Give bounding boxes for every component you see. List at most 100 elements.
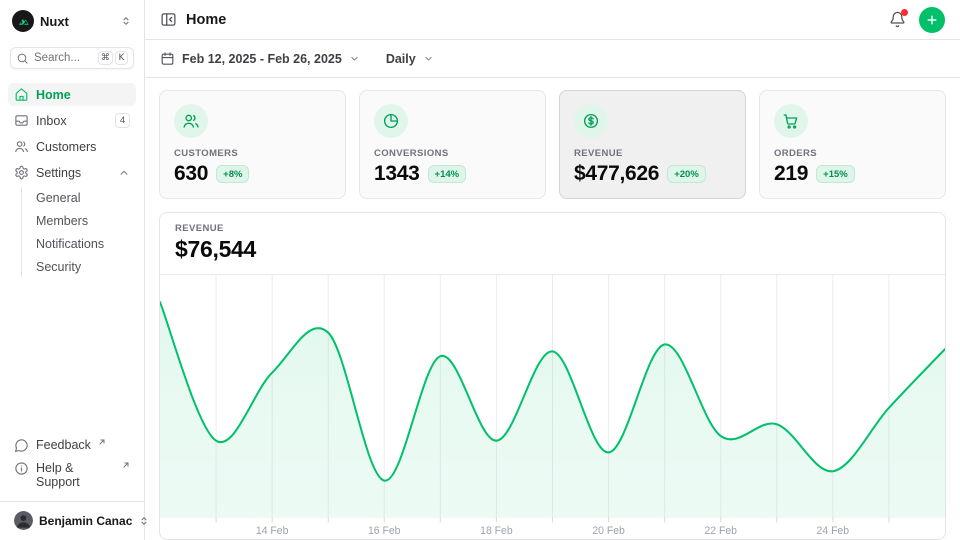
x-axis-label: 20 Feb — [592, 525, 625, 537]
chevron-up-icon — [118, 167, 130, 179]
calendar-icon — [160, 51, 175, 66]
x-axis-label: 14 Feb — [256, 525, 289, 537]
stat-card-customers[interactable]: CUSTOMERS 630 +8% — [159, 90, 346, 199]
stat-value-row: 1343 +14% — [374, 162, 531, 186]
chevron-down-icon — [349, 53, 360, 64]
sidebar-item-home[interactable]: Home — [8, 83, 136, 106]
x-axis-label: 16 Feb — [368, 525, 401, 537]
external-link-icon — [122, 461, 130, 469]
sidebar-item-label: Settings — [36, 166, 111, 180]
sidebar-footer-links: Feedback Help & Support — [8, 434, 136, 493]
x-axis-label: 24 Feb — [817, 525, 850, 537]
period-label: Daily — [386, 52, 416, 66]
home-icon — [14, 87, 29, 102]
sidebar-item-security[interactable]: Security — [32, 256, 136, 277]
revenue-chart-card: REVENUE $76,544 14 Feb16 Feb18 Feb20 Feb… — [159, 212, 946, 540]
stat-icon-circle — [774, 104, 808, 138]
chat-bubble-icon — [14, 438, 29, 453]
nuxt-logo-icon — [12, 10, 34, 32]
stat-value-row: 219+15% — [774, 162, 931, 186]
sidebar: Nuxt Search... ⌘K Home Inbox 4 Customers Set… — [0, 0, 145, 540]
sidebar-link-label: Help & Support — [36, 461, 115, 489]
sidebar-item-label: Customers — [36, 140, 130, 154]
stat-label: REVENUE — [574, 148, 731, 159]
sidebar-item-general[interactable]: General — [32, 187, 136, 208]
circle-dollar-icon — [582, 112, 600, 130]
stat-card-conversions[interactable]: CONVERSIONS 1343 +14% — [359, 90, 546, 199]
info-circle-icon — [14, 461, 29, 476]
kbd-command: ⌘ — [98, 51, 113, 65]
search-placeholder: Search... — [34, 52, 93, 64]
user-name: Benjamin Canac — [39, 514, 132, 528]
inbox-count-badge: 4 — [115, 113, 130, 128]
inbox-icon — [14, 113, 29, 128]
notification-dot — [901, 9, 908, 16]
users-icon — [182, 112, 200, 130]
user-menu[interactable]: Benjamin Canac — [8, 502, 136, 532]
revenue-area-chart[interactable]: 14 Feb16 Feb18 Feb20 Feb22 Feb24 Feb — [160, 275, 945, 539]
stat-icon-circle — [374, 104, 408, 138]
sidebar-item-label: Home — [36, 88, 130, 102]
stat-icon-circle — [174, 104, 208, 138]
stat-value: 630 — [174, 162, 208, 186]
stat-delta-badge: +15% — [816, 165, 855, 183]
stat-card-orders[interactable]: ORDERS219+15% — [759, 90, 946, 199]
stat-delta-badge: +20% — [667, 165, 706, 183]
chart-metric-value: $76,544 — [175, 236, 930, 263]
cart-icon — [782, 112, 800, 130]
notifications-button[interactable] — [889, 11, 906, 28]
chevrons-select-icon — [120, 15, 132, 27]
stat-value-row: $477,626 +20% — [574, 162, 731, 186]
settings-icon — [14, 165, 29, 180]
main-area: Home Feb 12, 2025 - Feb 26, 2025 Daily — [145, 0, 960, 540]
stat-value: $477,626 — [574, 162, 659, 186]
team-name: Nuxt — [40, 14, 114, 29]
add-button[interactable] — [919, 7, 945, 33]
header-actions — [889, 7, 945, 33]
stat-label: CUSTOMERS — [174, 148, 331, 159]
stat-value-row: 630 +8% — [174, 162, 331, 186]
sidebar-item-label: Inbox — [36, 114, 108, 128]
stat-value: 1343 — [374, 162, 420, 186]
team-switcher[interactable]: Nuxt — [8, 8, 136, 34]
stat-label: CONVERSIONS — [374, 148, 531, 159]
stat-card-revenue[interactable]: REVENUE $477,626 +20% — [559, 90, 746, 199]
sidebar-nav: Home Inbox 4 Customers Settings GeneralMember… — [8, 83, 136, 280]
sidebar-item-customers[interactable]: Customers — [8, 135, 136, 158]
sidebar-link-help-support[interactable]: Help & Support — [8, 457, 136, 493]
page-header: Home — [145, 0, 960, 40]
external-link-icon — [98, 438, 106, 446]
search-shortcut: ⌘K — [98, 51, 128, 65]
date-range-label: Feb 12, 2025 - Feb 26, 2025 — [182, 52, 342, 66]
search-icon — [16, 52, 29, 65]
users-icon — [14, 139, 29, 154]
stats-grid: CUSTOMERS 630 +8% CONVERSIONS 1343 +14% REVENU… — [159, 90, 946, 199]
kbd-k: K — [115, 51, 128, 65]
sidebar-item-notifications[interactable]: Notifications — [32, 233, 136, 254]
sidebar-item-inbox[interactable]: Inbox 4 — [8, 109, 136, 132]
page-title: Home — [186, 12, 226, 28]
plus-icon — [925, 13, 939, 27]
sidebar-spacer — [8, 280, 136, 434]
stat-icon-circle — [574, 104, 608, 138]
sidebar-item-members[interactable]: Members — [32, 210, 136, 231]
period-select[interactable]: Daily — [386, 52, 434, 66]
date-range-picker[interactable]: Feb 12, 2025 - Feb 26, 2025 — [160, 51, 360, 66]
panel-left-close-icon[interactable] — [160, 11, 177, 28]
sidebar-link-feedback[interactable]: Feedback — [8, 434, 136, 457]
chevron-down-icon — [423, 53, 434, 64]
sidebar-subnav-settings: GeneralMembersNotificationsSecurity — [21, 187, 136, 277]
stat-delta-badge: +8% — [216, 165, 249, 183]
sidebar-link-label: Feedback — [36, 438, 91, 452]
chart-pie-icon — [382, 112, 400, 130]
search-input[interactable]: Search... ⌘K — [10, 47, 134, 69]
nuxt-logo-icon — [17, 15, 30, 28]
app-root: Nuxt Search... ⌘K Home Inbox 4 Customers Set… — [0, 0, 960, 540]
dashboard-content: CUSTOMERS 630 +8% CONVERSIONS 1343 +14% REVENU… — [145, 78, 960, 540]
x-axis-label: 22 Feb — [704, 525, 737, 537]
stat-delta-badge: +14% — [428, 165, 467, 183]
avatar — [14, 511, 33, 530]
chart-body: 14 Feb16 Feb18 Feb20 Feb22 Feb24 Feb — [160, 275, 945, 539]
filters-toolbar: Feb 12, 2025 - Feb 26, 2025 Daily — [145, 40, 960, 78]
sidebar-item-settings[interactable]: Settings — [8, 161, 136, 184]
